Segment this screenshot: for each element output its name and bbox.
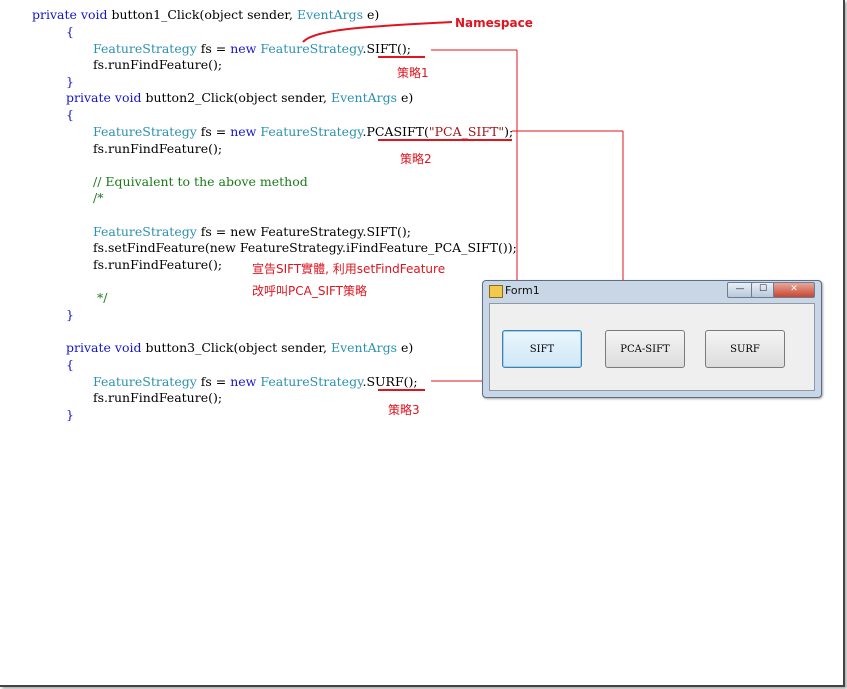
strategy3-label: 策略3 [388, 403, 420, 417]
strategy1-label: 策略1 [397, 66, 429, 80]
close-button[interactable]: ✕ [773, 282, 815, 298]
note-line1: 宣告SIFT實體, 利用setFindFeature [252, 262, 446, 276]
strategy2-label: 策略2 [400, 152, 432, 166]
minimize-button[interactable]: — [727, 282, 753, 298]
namespace-curve [302, 21, 453, 43]
maximize-button[interactable]: ☐ [751, 282, 775, 298]
namespace-label: Namespace [455, 16, 533, 30]
form1-window: Form1 — ☐ ✕ SIFT PCA-SIFT SURF [482, 280, 822, 398]
note-line2: 改呼叫PCA_SIFT策略 [252, 284, 368, 298]
surf-button[interactable]: SURF [705, 330, 785, 368]
title-bar[interactable]: Form1 — ☐ ✕ [483, 281, 821, 301]
window-title: Form1 [505, 284, 540, 297]
sift-button[interactable]: SIFT [502, 330, 582, 368]
form-client-area: SIFT PCA-SIFT SURF [489, 303, 815, 391]
app-icon [489, 285, 503, 298]
pca-sift-button[interactable]: PCA-SIFT [605, 330, 685, 368]
